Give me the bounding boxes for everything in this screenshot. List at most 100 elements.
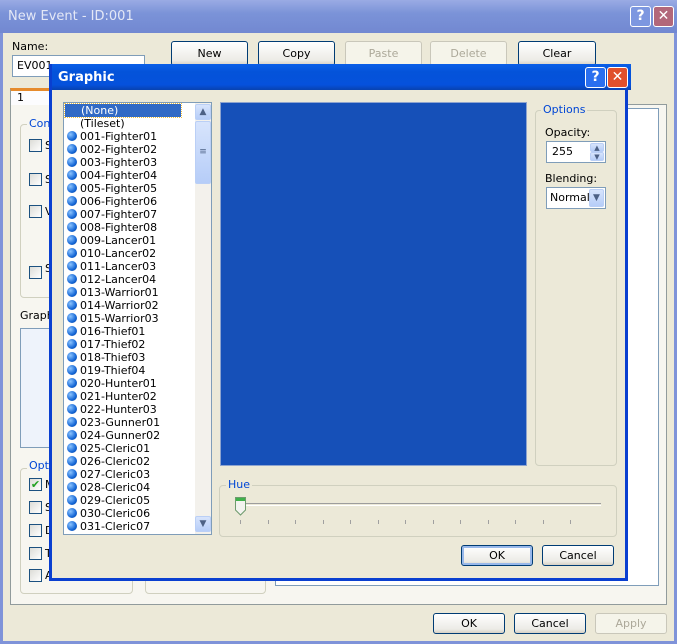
hue-tick [460,520,461,524]
hue-slider-thumb[interactable] [235,497,246,516]
list-item[interactable]: 005-Fighter05 [64,182,195,195]
list-item-label: 007-Fighter07 [80,208,158,221]
option-checkbox[interactable] [29,569,42,582]
list-item[interactable]: 013-Warrior01 [64,286,195,299]
list-item[interactable]: 025-Cleric01 [64,442,195,455]
graphic-file-icon [67,326,77,336]
list-item[interactable]: 016-Thief01 [64,325,195,338]
new-button[interactable]: New [171,41,248,66]
list-item[interactable]: 004-Fighter04 [64,169,195,182]
list-item[interactable]: (None) [64,103,182,118]
graphic-file-list[interactable]: (None) (Tileset) 001-Fighter01 002-Fighter0… [63,102,212,535]
dialog-title: Graphic [58,70,115,85]
list-item[interactable]: 023-Gunner01 [64,416,195,429]
list-item[interactable]: 015-Warrior03 [64,312,195,325]
close-button[interactable]: ✕ [653,6,674,27]
scroll-up-arrow-icon[interactable]: ▲ [195,104,211,120]
graphic-preview[interactable] [220,102,527,466]
list-item-label: 005-Fighter05 [80,182,158,195]
paste-button[interactable]: Paste [345,41,422,66]
list-item[interactable]: 008-Fighter08 [64,221,195,234]
graphic-file-icon [67,157,77,167]
scroll-down-arrow-icon[interactable]: ▼ [195,516,211,532]
list-item[interactable]: 002-Fighter02 [64,143,195,156]
hue-tick [432,520,434,524]
list-item[interactable]: 020-Hunter01 [64,377,195,390]
event-window-titlebar[interactable]: New Event - ID:001 [0,0,677,33]
dialog-close-button[interactable]: ✕ [607,67,628,88]
list-item[interactable]: 031-Cleric07 [64,520,195,533]
list-item[interactable]: 024-Gunner02 [64,429,195,442]
list-item[interactable]: 022-Hunter03 [64,403,195,416]
list-item[interactable]: 027-Cleric03 [64,468,195,481]
ok-button[interactable]: OK [433,613,505,634]
list-item[interactable]: 019-Thief04 [64,364,195,377]
spin-down-icon[interactable]: ▼ [590,152,604,161]
list-item[interactable]: 012-Lancer04 [64,273,195,286]
chevron-down-icon[interactable]: ▼ [589,189,604,207]
list-item-label: 012-Lancer04 [80,273,157,286]
condition-checkbox[interactable] [29,139,42,152]
list-item-label: 015-Warrior03 [80,312,159,325]
hue-tick [267,520,269,524]
list-item-label: 003-Fighter03 [80,156,158,169]
list-item[interactable]: 001-Fighter01 [64,130,195,143]
list-item-label: 016-Thief01 [80,325,146,338]
window-title: New Event - ID:001 [8,9,134,24]
list-item-label: 011-Lancer03 [80,260,157,273]
list-item[interactable]: 006-Fighter06 [64,195,195,208]
dialog-cancel-button[interactable]: Cancel [542,545,614,566]
list-item[interactable]: 003-Fighter03 [64,156,195,169]
dialog-ok-button[interactable]: OK [461,545,533,566]
list-item[interactable]: 030-Cleric06 [64,507,195,520]
graphic-file-icon [67,274,77,284]
list-item-label: 030-Cleric06 [80,507,151,520]
list-item-label: 006-Fighter06 [80,195,158,208]
option-checkbox-checked[interactable]: ✔ [29,478,42,491]
hue-tick [377,520,379,524]
list-item[interactable]: 010-Lancer02 [64,247,195,260]
spin-up-icon[interactable]: ▲ [590,143,604,152]
copy-button[interactable]: Copy [258,41,335,66]
list-item[interactable]: 009-Lancer01 [64,234,195,247]
graphic-file-icon [67,144,77,154]
list-item[interactable]: 007-Fighter07 [64,208,195,221]
condition-checkbox[interactable] [29,205,42,218]
option-checkbox[interactable] [29,547,42,560]
scroll-thumb[interactable]: ≡ [195,121,211,184]
apply-button[interactable]: Apply [595,613,667,634]
list-item[interactable]: 028-Cleric04 [64,481,195,494]
name-label: Name: [12,40,49,53]
list-item[interactable]: 018-Thief03 [64,351,195,364]
list-item[interactable]: 029-Cleric05 [64,494,195,507]
option-checkbox[interactable] [29,524,42,537]
hue-slider-track[interactable] [240,503,601,506]
blending-value: Normal [550,191,590,204]
list-item[interactable]: 017-Thief02 [64,338,195,351]
graphic-file-icon [67,222,77,232]
list-item[interactable]: (Tileset) [64,117,195,130]
help-button[interactable]: ? [630,6,651,27]
option-checkbox[interactable] [29,501,42,514]
condition-checkbox[interactable] [29,266,42,279]
hue-tick [487,520,489,524]
condition-checkbox[interactable] [29,173,42,186]
list-scrollbar[interactable]: ▲ ≡ ▼ [195,103,211,534]
list-item-label: 024-Gunner02 [80,429,161,442]
list-item[interactable]: 014-Warrior02 [64,299,195,312]
list-item[interactable]: 011-Lancer03 [64,260,195,273]
graphic-dialog-titlebar[interactable]: Graphic [52,64,631,90]
tab-page-1[interactable]: 1 [10,88,50,105]
graphic-file-icon [67,170,77,180]
dialog-help-button[interactable]: ? [585,67,606,88]
list-item-label: 013-Warrior01 [80,286,159,299]
delete-button[interactable]: Delete [430,41,507,66]
list-item[interactable]: 021-Hunter02 [64,390,195,403]
cancel-button[interactable]: Cancel [514,613,586,634]
list-item-label: 022-Hunter03 [80,403,157,416]
list-item[interactable]: 026-Cleric02 [64,455,195,468]
graphic-file-icon [67,235,77,245]
options-title: Options [541,103,588,116]
list-item-label: (None) [81,104,119,117]
clear-button[interactable]: Clear [518,41,596,66]
